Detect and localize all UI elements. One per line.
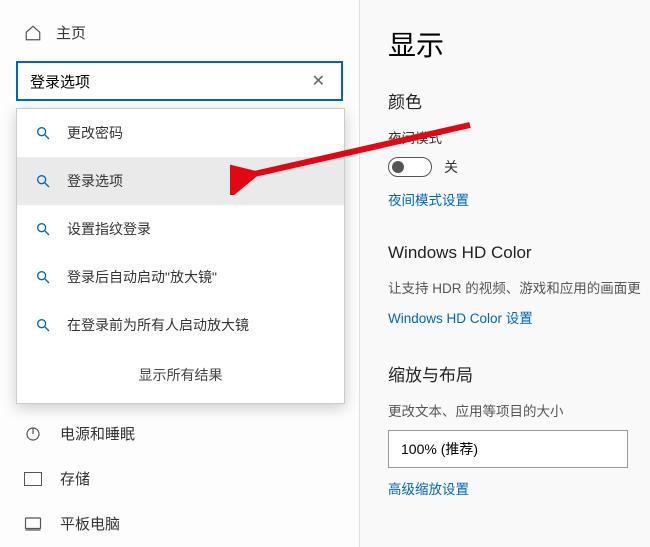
sidebar-item-label: 存储	[60, 468, 90, 489]
storage-icon	[24, 472, 42, 486]
sidebar-item-label: 平板电脑	[60, 513, 120, 534]
sidebar-item-storage[interactable]: 存储	[0, 456, 359, 501]
page-title: 显示	[388, 24, 650, 64]
search-input[interactable]	[30, 73, 306, 90]
suggestion-item[interactable]: 登录后自动启动"放大镜"	[17, 253, 344, 301]
search-icon	[35, 317, 51, 333]
section-heading-hdcolor: Windows HD Color	[388, 243, 650, 263]
tablet-icon	[24, 516, 42, 532]
hd-color-settings-link[interactable]: Windows HD Color 设置	[388, 307, 650, 327]
sidebar-item-label: 电源和睡眠	[60, 423, 135, 444]
search-suggestions: 更改密码 登录选项 设置指纹登录 登录后自动启动"放大镜" 在登录前为所有人启动…	[16, 108, 345, 404]
suggestion-item[interactable]: 设置指纹登录	[17, 205, 344, 253]
suggestion-label: 在登录前为所有人启动放大镜	[67, 315, 249, 335]
home-label: 主页	[56, 22, 86, 43]
home-icon	[24, 24, 42, 42]
advanced-scale-link[interactable]: 高级缩放设置	[388, 478, 650, 498]
clear-icon[interactable]: ✕	[306, 67, 331, 95]
suggestion-label: 登录选项	[67, 171, 123, 191]
toggle-state: 关	[444, 157, 458, 177]
suggestion-label: 登录后自动启动"放大镜"	[67, 267, 217, 287]
search-icon	[35, 173, 51, 189]
show-all-results[interactable]: 显示所有结果	[17, 349, 344, 403]
suggestion-item[interactable]: 更改密码	[17, 109, 344, 157]
suggestion-label: 设置指纹登录	[67, 219, 151, 239]
night-mode-settings-link[interactable]: 夜间模式设置	[388, 189, 650, 209]
section-heading-scale: 缩放与布局	[388, 361, 650, 386]
suggestion-item[interactable]: 登录选项	[17, 157, 344, 205]
suggestion-label: 更改密码	[67, 123, 123, 143]
search-box[interactable]: ✕	[16, 61, 343, 101]
night-mode-toggle[interactable]	[388, 157, 432, 177]
sidebar-item-power[interactable]: 电源和睡眠	[0, 411, 359, 456]
sidebar-item-tablet[interactable]: 平板电脑	[0, 501, 359, 546]
section-heading-color: 颜色	[388, 88, 650, 113]
hd-description: 让支持 HDR 的视频、游戏和应用的画面更	[388, 277, 650, 297]
search-icon	[35, 125, 51, 141]
search-icon	[35, 269, 51, 285]
scale-dropdown[interactable]: 100% (推荐)	[388, 430, 628, 468]
search-icon	[35, 221, 51, 237]
suggestion-item[interactable]: 在登录前为所有人启动放大镜	[17, 301, 344, 349]
night-mode-label: 夜间模式	[388, 127, 650, 147]
power-icon	[24, 425, 42, 443]
scale-description: 更改文本、应用等项目的大小	[388, 400, 650, 420]
home-link[interactable]: 主页	[0, 12, 359, 61]
